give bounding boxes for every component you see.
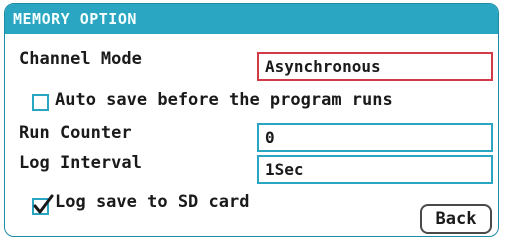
log-sd-label: Log save to SD card (55, 192, 250, 212)
auto-save-checkbox[interactable] (32, 94, 49, 111)
auto-save-label: Auto save before the program runs (55, 90, 393, 110)
log-interval-label: Log Interval (19, 153, 142, 173)
log-sd-checkbox[interactable] (32, 194, 54, 215)
back-button[interactable]: Back (420, 204, 492, 234)
memory-option-dialog: MEMORY OPTION Channel Mode Asynchronous … (4, 3, 499, 237)
channel-mode-field[interactable]: Asynchronous (257, 52, 493, 81)
dialog-title: MEMORY OPTION (13, 10, 137, 28)
log-interval-field[interactable]: 1Sec (257, 155, 493, 184)
checkmark-icon (33, 194, 54, 214)
run-counter-label: Run Counter (19, 123, 132, 143)
title-bar: MEMORY OPTION (5, 4, 498, 34)
run-counter-field[interactable]: 0 (257, 123, 493, 152)
channel-mode-label: Channel Mode (19, 49, 142, 69)
